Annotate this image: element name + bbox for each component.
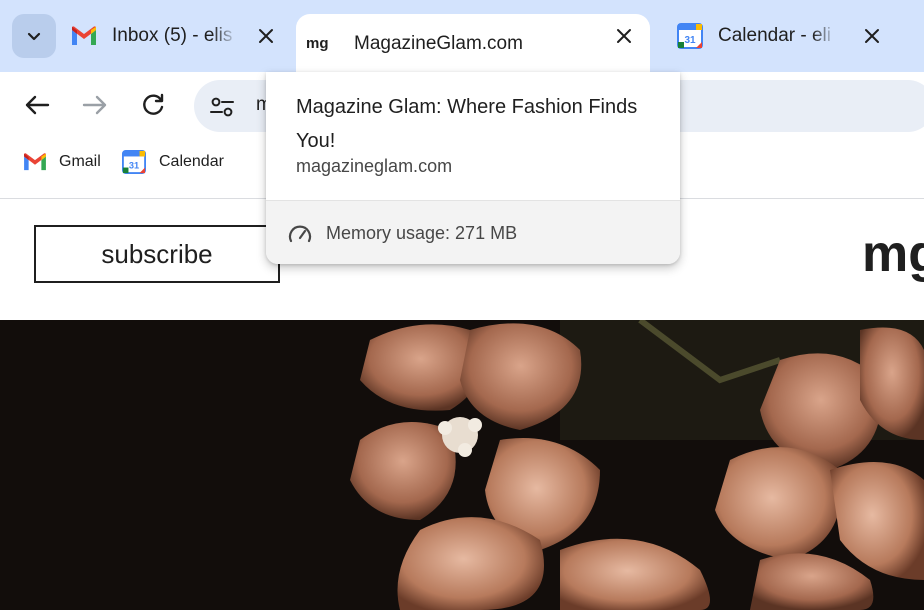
bookmark-label: Gmail	[59, 153, 101, 170]
calendar-day: 31	[129, 160, 139, 170]
calendar-icon: 31	[676, 22, 704, 50]
chevron-down-icon	[27, 32, 41, 41]
subscribe-button[interactable]: subscribe	[34, 225, 280, 283]
tab-calendar[interactable]: 31 Calendar - eli	[676, 12, 886, 60]
back-button[interactable]	[22, 90, 52, 120]
close-tab-icon[interactable]	[610, 22, 638, 50]
hover-card-footer: Memory usage: 271 MB	[266, 200, 680, 264]
tab-magazineglam[interactable]: mg MagazineGlam.com	[296, 14, 650, 74]
favicon-text: mg	[306, 35, 329, 52]
bookmark-gmail[interactable]: Gmail	[22, 150, 101, 174]
bookmark-calendar[interactable]: 31 Calendar	[122, 150, 224, 174]
gmail-icon	[70, 22, 98, 50]
reload-button[interactable]	[138, 90, 168, 120]
calendar-day: 31	[684, 35, 696, 46]
site-settings-icon[interactable]	[208, 93, 236, 121]
memory-usage-text: Memory usage: 271 MB	[326, 223, 518, 243]
tab-title: MagazineGlam.com	[354, 33, 523, 54]
calendar-icon: 31	[122, 150, 148, 174]
site-logo-text: mg	[862, 225, 924, 283]
tab-search-button[interactable]	[12, 14, 56, 58]
hover-card-title: Magazine Glam: Where Fashion Finds You!	[296, 96, 638, 152]
tab-inbox[interactable]: Inbox (5) - elis	[70, 12, 280, 60]
forward-button[interactable]	[80, 90, 110, 120]
tab-strip: Inbox (5) - elis mg MagazineGlam.com 31	[0, 0, 924, 74]
close-tab-icon[interactable]	[858, 22, 886, 50]
site-logo[interactable]: mg	[860, 223, 924, 293]
hover-card-domain: magazineglam.com	[296, 156, 453, 176]
arrow-right-icon	[82, 95, 107, 115]
tab-title: Calendar - eli	[718, 25, 831, 46]
close-tab-icon[interactable]	[252, 22, 280, 50]
magazineglam-icon: mg	[306, 30, 340, 58]
reload-icon	[143, 93, 164, 115]
tab-hover-card: Magazine Glam: Where Fashion Finds You! …	[266, 72, 680, 264]
hero-image	[0, 320, 924, 610]
bookmark-label: Calendar	[159, 153, 224, 170]
gmail-icon	[22, 150, 48, 174]
memory-gauge-icon	[288, 223, 312, 245]
arrow-left-icon	[25, 95, 50, 115]
tab-title: Inbox (5) - elis	[112, 25, 233, 46]
